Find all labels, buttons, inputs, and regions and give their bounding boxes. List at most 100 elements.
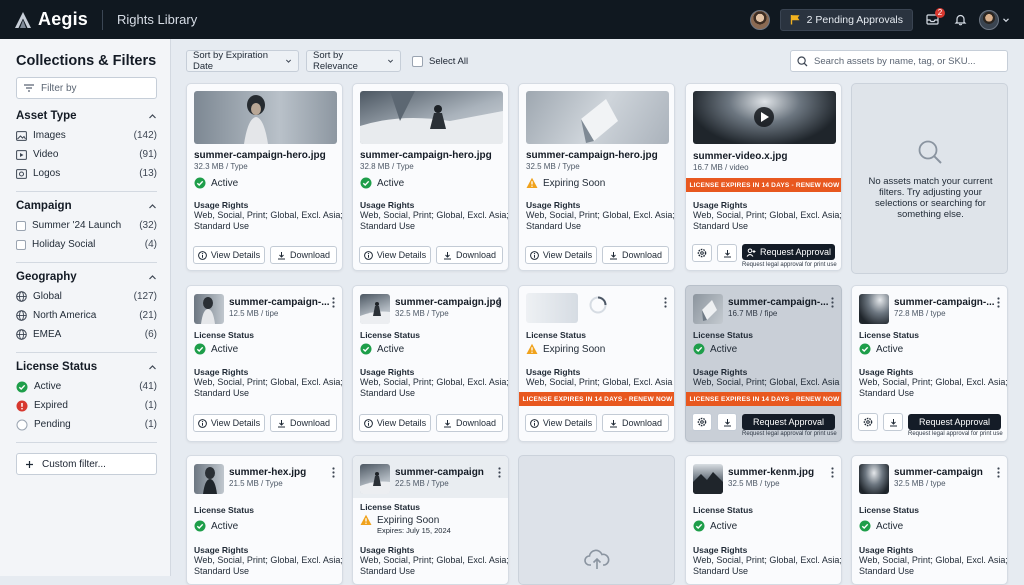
filter-item-emea[interactable]: EMEA (6) — [16, 325, 157, 344]
checkbox[interactable] — [16, 220, 26, 231]
asset-card[interactable]: summer-campaign-hero.jpg 32.5 MB / Type … — [518, 83, 675, 271]
filter-input[interactable]: Filter by — [16, 77, 157, 99]
pending-approvals-button[interactable]: 2 Pending Approvals — [779, 8, 913, 31]
view-details-button[interactable]: View Details — [193, 414, 265, 432]
filter-item-north-america[interactable]: North America (21) — [16, 306, 157, 325]
asset-card[interactable]: summer-campaign-hero.jpg 32.3 MB / Type … — [186, 83, 343, 271]
app-logo[interactable]: Aegis — [14, 9, 88, 30]
download-button[interactable] — [883, 413, 903, 431]
video-thumbnail[interactable] — [693, 91, 836, 144]
asset-filename[interactable]: summer-campaign-hero.jpg — [526, 150, 658, 161]
section-asset-type[interactable]: Asset Type — [16, 110, 157, 122]
download-button[interactable]: Download — [602, 246, 669, 264]
asset-thumbnail[interactable] — [360, 91, 503, 144]
download-button[interactable]: Download — [602, 414, 669, 432]
asset-card-selected[interactable]: summer-campaign-... 16.7 MB / fipe Licen… — [685, 285, 842, 442]
inbox-button[interactable]: 2 — [923, 7, 945, 29]
sort-by-date-select[interactable]: Sort by Expiration Date — [186, 50, 299, 72]
more-options-icon[interactable] — [831, 297, 834, 308]
asset-filename[interactable]: summer-campaign — [894, 467, 983, 478]
more-options-icon[interactable] — [332, 297, 335, 308]
license-expiry-banner[interactable]: LICENSE EXPIRES IN 14 DAYS - RENEW NOW — [686, 392, 841, 406]
settings-button[interactable] — [692, 244, 712, 262]
more-options-icon[interactable] — [831, 467, 834, 478]
asset-card[interactable]: summer-campaign.jpg 32.5 MB / Type Licen… — [352, 285, 509, 442]
asset-card[interactable]: summer-campaign 22.5 MB / Type License S… — [352, 455, 509, 585]
user-menu[interactable] — [979, 9, 1010, 30]
more-options-icon[interactable] — [997, 467, 1000, 478]
section-license-status[interactable]: License Status — [16, 361, 157, 373]
asset-filename[interactable]: summer-campaign.jpg — [395, 297, 502, 308]
asset-thumbnail[interactable] — [194, 294, 224, 324]
asset-card[interactable]: summer-campaign-... 72.8 MB / type Licen… — [851, 285, 1008, 442]
asset-thumbnail[interactable] — [194, 91, 337, 144]
asset-filename[interactable]: summer-video.x.jpg — [693, 151, 787, 162]
filter-item-active[interactable]: Active (41) — [16, 377, 157, 396]
license-expiry-banner[interactable]: LICENSE EXPIRES IN 14 DAYS - RENEW NOW — [686, 178, 841, 192]
checkbox[interactable] — [412, 55, 423, 67]
asset-thumbnail[interactable] — [859, 464, 889, 494]
download-button[interactable] — [717, 244, 737, 262]
asset-card[interactable]: summer-kenm.jpg 32.5 MB / type License S… — [685, 455, 842, 585]
section-campaign[interactable]: Campaign — [16, 200, 157, 212]
filter-item-images[interactable]: Images (142) — [16, 126, 157, 145]
asset-thumbnail[interactable] — [194, 464, 224, 494]
request-approval-button[interactable]: Request Approval — [742, 244, 835, 260]
settings-button[interactable] — [858, 413, 878, 431]
asset-thumbnail[interactable] — [360, 294, 390, 324]
select-all-checkbox[interactable]: Select All — [412, 50, 468, 72]
filter-item-global[interactable]: Global (127) — [16, 287, 157, 306]
more-options-icon[interactable] — [664, 297, 667, 308]
asset-filename[interactable]: summer-campaign — [395, 467, 484, 478]
asset-filename[interactable]: summer-campaign-... — [728, 297, 829, 308]
asset-card[interactable]: summer-hex.jpg 21.5 MB / Type License St… — [186, 455, 343, 585]
asset-thumbnail[interactable] — [859, 294, 889, 324]
asset-thumbnail[interactable] — [360, 464, 390, 494]
asset-card[interactable]: summer-video.x.jpg 16.7 MB / video LICEN… — [685, 83, 842, 271]
asset-card[interactable]: summer-campaign 32.5 MB / type License S… — [851, 455, 1008, 585]
asset-filename[interactable]: summer-hex.jpg — [229, 467, 306, 478]
asset-thumbnail[interactable] — [526, 91, 669, 144]
license-expiry-banner[interactable]: LICENSE EXPIRES IN 14 DAYS - RENEW NOW — [519, 392, 674, 406]
filter-item-expired[interactable]: Expired (1) — [16, 396, 157, 415]
notifications-button[interactable] — [951, 11, 969, 29]
download-button[interactable]: Download — [436, 414, 503, 432]
more-options-icon[interactable] — [498, 297, 501, 308]
download-button[interactable]: Download — [270, 414, 337, 432]
asset-card[interactable]: summer-campaign-hero.jpg 32.8 MB / Type … — [352, 83, 509, 271]
asset-thumbnail[interactable] — [693, 464, 723, 494]
view-details-button[interactable]: View Details — [525, 414, 597, 432]
asset-card[interactable]: summer-campaign-... 12.5 MB / tipe Licen… — [186, 285, 343, 442]
checkbox[interactable] — [16, 239, 26, 250]
asset-filename[interactable]: summer-campaign-hero.jpg — [360, 150, 492, 161]
asset-thumbnail[interactable] — [693, 294, 723, 324]
settings-button[interactable] — [692, 413, 712, 431]
sort-by-relevance-select[interactable]: Sort by Relevance — [306, 50, 401, 72]
asset-filename[interactable]: summer-campaign-hero.jpg — [194, 150, 326, 161]
download-button[interactable] — [717, 413, 737, 431]
asset-card-loading[interactable]: License Status Expiring Soon Usage Right… — [518, 285, 675, 442]
asset-filename[interactable]: summer-campaign-... — [894, 297, 995, 308]
view-details-button[interactable]: View Details — [359, 414, 431, 432]
filter-item-pending[interactable]: Pending (1) — [16, 415, 157, 434]
search-input[interactable]: Search assets by name, tag, or SKU... — [790, 50, 1008, 72]
request-approval-button[interactable]: Request Approval — [742, 414, 835, 430]
filter-item-summer-launch[interactable]: Summer '24 Launch (32) — [16, 216, 157, 235]
request-approval-button[interactable]: Request Approval — [908, 414, 1001, 430]
section-geography[interactable]: Geography — [16, 271, 157, 283]
filter-item-logos[interactable]: Logos (13) — [16, 164, 157, 183]
asset-filename[interactable]: summer-kenm.jpg — [728, 467, 814, 478]
filter-item-video[interactable]: Video (91) — [16, 145, 157, 164]
more-options-icon[interactable] — [332, 467, 335, 478]
collaborator-avatar[interactable] — [749, 9, 770, 30]
upload-dropzone[interactable] — [518, 455, 675, 585]
filter-item-holiday-social[interactable]: Holiday Social (4) — [16, 235, 157, 254]
more-options-icon[interactable] — [498, 467, 501, 478]
view-details-button[interactable]: View Details — [525, 246, 597, 264]
download-button[interactable]: Download — [436, 246, 503, 264]
asset-filename[interactable]: summer-campaign-... — [229, 297, 330, 308]
more-options-icon[interactable] — [997, 297, 1000, 308]
custom-filter-button[interactable]: Custom filter... — [16, 453, 157, 475]
view-details-button[interactable]: View Details — [359, 246, 431, 264]
download-button[interactable]: Download — [270, 246, 337, 264]
